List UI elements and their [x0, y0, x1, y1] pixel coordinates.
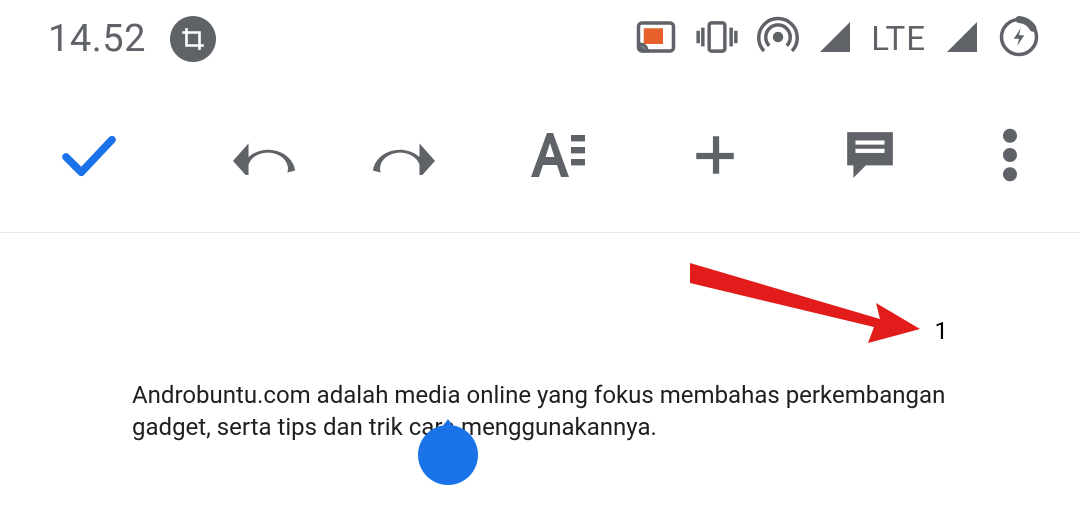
- page-number: 1: [935, 317, 949, 345]
- status-bar-right: LTE: [635, 16, 1040, 62]
- network-type-label: LTE: [871, 20, 926, 59]
- crop-icon: [170, 16, 216, 62]
- text-cursor-handle[interactable]: [418, 425, 478, 485]
- annotation-arrow: [690, 263, 920, 353]
- hotspot-icon: [757, 16, 799, 62]
- comment-button[interactable]: [840, 128, 900, 182]
- status-bar: 14.52: [0, 0, 1080, 78]
- status-bar-left: 14.52: [48, 16, 216, 62]
- document-canvas[interactable]: 1 Androbuntu.com adalah media online yan…: [0, 233, 1080, 443]
- vibrate-icon: [695, 19, 739, 59]
- document-body-text[interactable]: Androbuntu.com adalah media online yang …: [132, 379, 948, 443]
- done-button[interactable]: [55, 132, 123, 178]
- redo-button[interactable]: [369, 135, 435, 175]
- undo-button[interactable]: [233, 135, 299, 175]
- signal-1-icon: [817, 19, 853, 59]
- insert-button[interactable]: [685, 130, 745, 180]
- status-time: 14.52: [48, 17, 146, 61]
- cast-icon: [635, 19, 677, 59]
- battery-saver-icon: [998, 16, 1040, 62]
- editor-toolbar: [0, 78, 1080, 233]
- signal-2-icon: [944, 19, 980, 59]
- text-format-button[interactable]: [525, 129, 585, 181]
- more-options-button[interactable]: [995, 128, 1025, 182]
